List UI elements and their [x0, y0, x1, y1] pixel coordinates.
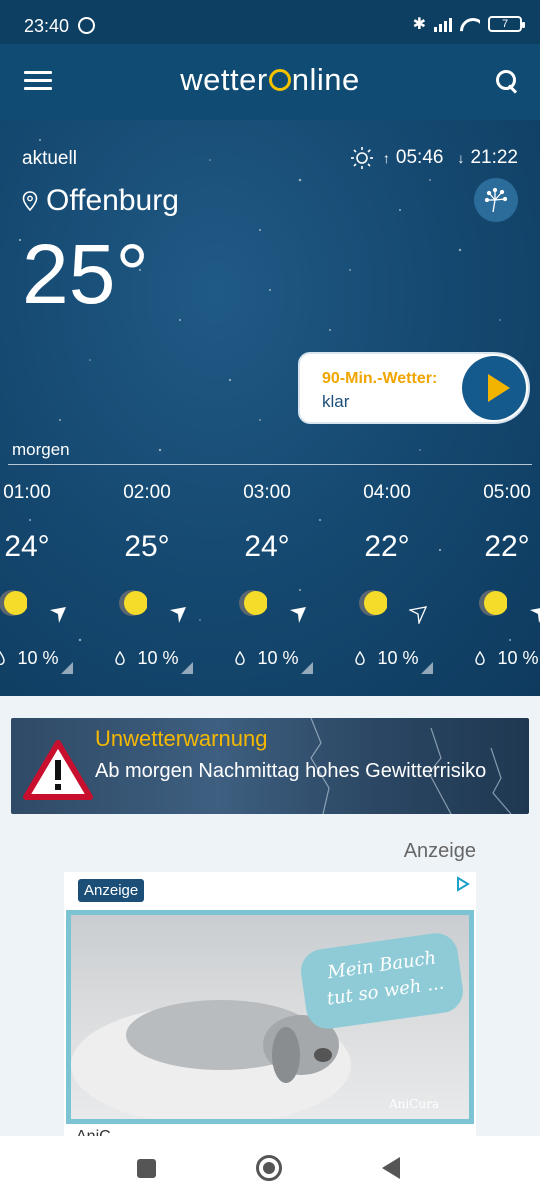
sun-icon: [350, 147, 373, 169]
battery-level: 7: [501, 18, 509, 30]
play-icon[interactable]: [462, 356, 526, 420]
status-icons: ✱ 7: [412, 14, 525, 34]
logo-text-left: wetter: [180, 62, 268, 97]
logo-globe-icon: [268, 69, 291, 91]
battery-icon: 7: [488, 16, 525, 32]
pollen-button[interactable]: [474, 178, 518, 222]
hour-temperature: 25°: [124, 530, 170, 563]
hour-time: 01:00: [3, 482, 51, 503]
hour-column[interactable]: 02:00 25° 10 %: [87, 482, 207, 682]
current-label: aktuell: [22, 148, 77, 169]
expand-corner-icon: [181, 662, 193, 674]
moon-icon: [479, 590, 507, 616]
expand-corner-icon: [301, 662, 313, 674]
rain-drop-icon: [115, 651, 126, 665]
wifi-icon: [460, 16, 480, 32]
back-button[interactable]: [382, 1157, 400, 1179]
warning-text: Ab morgen Nachmittag hohes Gewitterrisik…: [95, 760, 487, 782]
rain-drop-icon: [355, 651, 366, 665]
status-time: 23:40: [24, 16, 70, 36]
nowcast-card[interactable]: 90-Min.-Wetter: klar: [298, 352, 530, 424]
adchoices-icon[interactable]: [456, 876, 470, 892]
rain-value: 10 %: [17, 648, 59, 668]
current-weather-panel: aktuell ↑ 05:46 ↓ 21:22 Offenburg 25° 90…: [0, 120, 540, 696]
rain-probability: 10 %: [0, 648, 87, 669]
system-nav-bar: [0, 1136, 540, 1200]
hour-column[interactable]: 01:00 24° 10 %: [0, 482, 87, 682]
hour-column[interactable]: 03:00 24° 10 %: [207, 482, 327, 682]
weather-warning-banner[interactable]: Unwetterwarnung Ab morgen Nachmittag hoh…: [11, 718, 529, 814]
expand-corner-icon: [61, 662, 73, 674]
location-row[interactable]: Offenburg: [22, 184, 179, 218]
rain-probability: 10 %: [447, 648, 540, 669]
nowcast-value: klar: [322, 392, 350, 411]
location-pin-icon: [22, 191, 38, 211]
nowcast-title: 90-Min.-Wetter:: [322, 370, 438, 387]
rain-drop-icon: [235, 651, 246, 665]
bluetooth-icon: ✱: [412, 16, 426, 33]
rain-value: 10 %: [377, 648, 419, 668]
hour-temperature: 22°: [484, 530, 530, 563]
sunrise-arrow-icon: ↑: [382, 150, 390, 166]
logo-text-right: nline: [291, 62, 360, 97]
warning-title: Unwetterwarnung: [95, 726, 268, 751]
ad-bubble-text: Mein Bauch tut so weh ...: [325, 947, 446, 1010]
signal-icon: [434, 16, 452, 32]
sunset-time: 21:22: [470, 147, 518, 168]
moon-icon: [119, 590, 147, 616]
warning-triangle-icon: [23, 740, 93, 800]
hour-column[interactable]: 04:00 22° 10 %: [327, 482, 447, 682]
moon-icon: [0, 590, 27, 616]
day-label: morgen: [12, 440, 70, 459]
pollen-icon: [484, 187, 508, 213]
wind-arrow-icon: [409, 606, 427, 624]
wind-arrow-icon: [290, 607, 306, 623]
day-divider: [8, 464, 532, 465]
recents-button[interactable]: [137, 1159, 156, 1178]
wind-arrow-icon: [50, 607, 66, 623]
wind-arrow-icon: [530, 608, 540, 623]
app-logo[interactable]: wetter nline: [0, 62, 540, 98]
moon-icon: [239, 590, 267, 616]
hour-time: 05:00: [483, 482, 531, 503]
alarm-icon: [78, 17, 95, 34]
sunrise-time: 05:46: [395, 147, 444, 168]
ad-badge: Anzeige: [78, 879, 145, 902]
sun-times: ↑ 05:46 ↓ 21:22: [350, 147, 518, 169]
hour-temperature: 22°: [364, 530, 410, 563]
wind-arrow-icon: [170, 607, 186, 623]
rain-value: 10 %: [137, 648, 179, 668]
hour-temperature: 24°: [244, 530, 290, 563]
ad-brand: AniCura: [388, 1097, 439, 1111]
rain-value: 10 %: [497, 648, 539, 668]
location-name: Offenburg: [46, 184, 179, 217]
status-bar: 23:40 ✱ 7: [0, 0, 540, 44]
ad-image[interactable]: Mein Bauch tut so weh ... AniCura: [66, 910, 474, 1124]
ad-container[interactable]: Anzeige Mein Bauch tut so weh ... AniCur…: [64, 872, 476, 1136]
expand-corner-icon: [421, 662, 433, 674]
hour-temperature: 24°: [4, 530, 50, 563]
hour-time: 02:00: [123, 482, 171, 503]
ad-section-label: Anzeige: [403, 840, 476, 862]
hour-time: 04:00: [363, 482, 411, 503]
app-bar: wetter nline: [0, 44, 540, 120]
moon-icon: [359, 590, 387, 616]
hour-time: 03:00: [243, 482, 291, 503]
current-temperature: 25°: [22, 227, 150, 321]
rain-drop-icon: [0, 651, 6, 665]
hour-column[interactable]: 05:00 22° 10 %: [447, 482, 540, 682]
rain-value: 10 %: [257, 648, 299, 668]
search-icon[interactable]: [494, 68, 520, 94]
home-button[interactable]: [256, 1155, 282, 1181]
rain-drop-icon: [475, 651, 486, 665]
sunset-arrow-icon: ↓: [457, 150, 465, 166]
